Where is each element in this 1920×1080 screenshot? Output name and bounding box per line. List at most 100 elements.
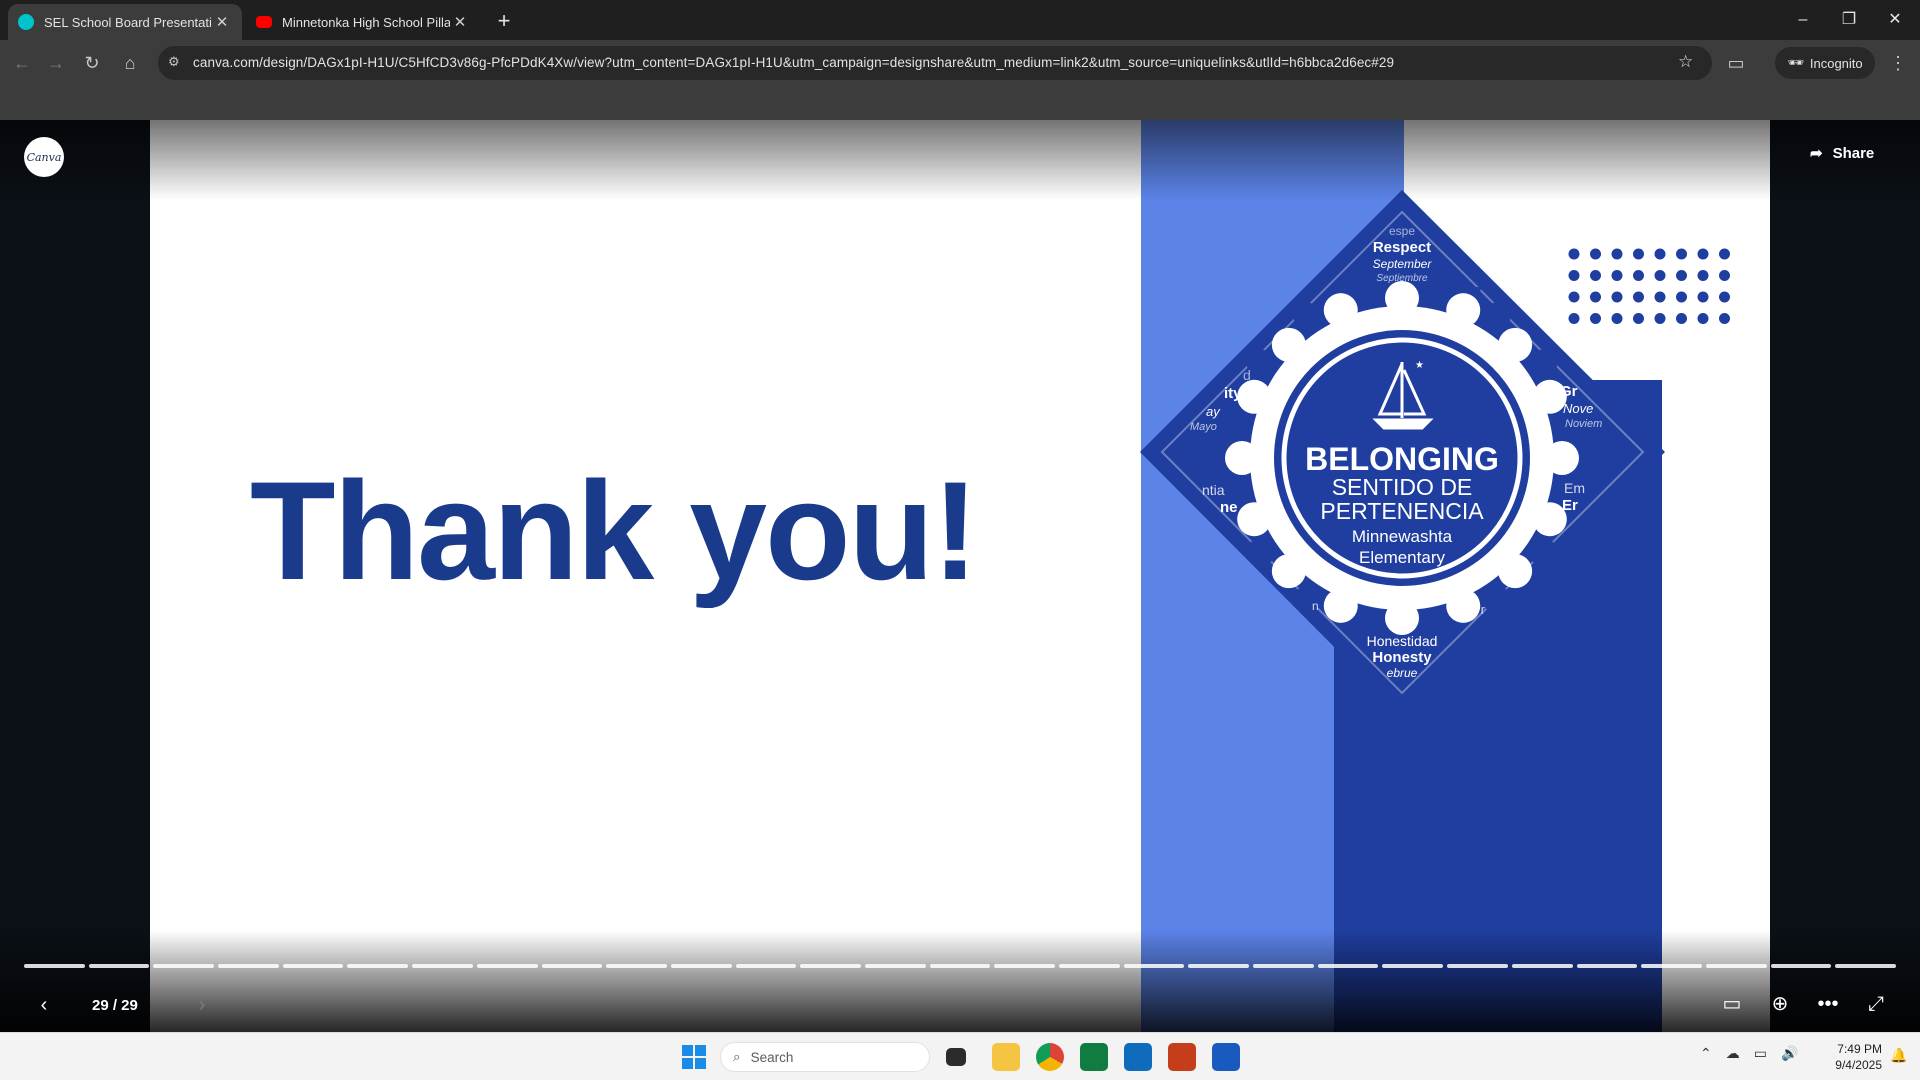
network-icon[interactable]: ▭ (1754, 1045, 1767, 1062)
progress-segment[interactable] (476, 964, 538, 968)
next-page-icon[interactable]: › (182, 994, 222, 1017)
file-explorer-icon[interactable] (992, 1043, 1020, 1071)
cast-icon[interactable]: ▭ (1720, 48, 1752, 78)
progress-segment[interactable] (1253, 964, 1314, 968)
chrome-icon[interactable] (1036, 1043, 1064, 1071)
progress-segment[interactable] (1770, 964, 1832, 968)
tab-sel-presentation[interactable]: SEL School Board Presentation ✕ (8, 4, 242, 40)
progress-segment[interactable] (1705, 964, 1767, 968)
outlook-icon[interactable] (1124, 1043, 1152, 1071)
home-icon[interactable]: ⌂ (114, 48, 146, 78)
incognito-badge[interactable]: 🕶 Incognito (1775, 47, 1875, 79)
progress-segment[interactable] (670, 964, 732, 968)
tab-minnetonka-pillars[interactable]: Minnetonka High School Pillars ✕ (246, 4, 480, 40)
browser-toolbar: ← → ↻ ⌂ ⚙ canva.com/design/DAGx1pI-H1U/C… (0, 40, 1920, 86)
badge-subtitle-1: SENTIDO DE (1332, 474, 1473, 500)
browser-menu-icon[interactable]: ⋮ (1882, 48, 1914, 78)
decorative-dot (1719, 270, 1730, 281)
more-options-icon[interactable]: ••• (1810, 986, 1846, 1022)
progress-segment[interactable] (735, 964, 797, 968)
toolbar-spacer (0, 86, 1920, 120)
bookmark-star-icon[interactable]: ☆ (1678, 52, 1693, 72)
reload-icon[interactable]: ↻ (76, 48, 108, 78)
task-view-icon[interactable] (946, 1048, 966, 1066)
forward-icon[interactable]: → (40, 48, 72, 78)
decorative-dot (1676, 270, 1687, 281)
progress-segment[interactable] (1317, 964, 1379, 968)
decorative-dot (1697, 270, 1709, 281)
windows-taskbar: ⌕ Search ⌃ ☁ ▭ 🔊 7:49 PM 9/4/2025 🔔 (0, 1032, 1920, 1080)
progress-segment[interactable] (1123, 964, 1185, 968)
progress-segment[interactable] (541, 964, 603, 968)
site-info-icon[interactable]: ⚙ (168, 54, 180, 70)
slide-progress-bar[interactable] (24, 964, 1896, 968)
excel-icon[interactable] (1080, 1043, 1108, 1071)
close-window-icon[interactable]: ✕ (1872, 6, 1918, 34)
restore-icon[interactable]: ❐ (1826, 6, 1872, 34)
progress-segment[interactable] (347, 964, 409, 968)
canva-logo[interactable]: Canva (24, 137, 64, 177)
progress-segment[interactable] (412, 964, 473, 968)
decorative-dot (1719, 313, 1730, 324)
onedrive-icon[interactable]: ☁ (1726, 1045, 1740, 1062)
progress-segment[interactable] (1641, 964, 1702, 968)
captions-icon[interactable]: ▭ (1714, 986, 1750, 1022)
progress-segment[interactable] (1835, 964, 1896, 968)
chevron-up-icon[interactable]: ⌃ (1700, 1045, 1712, 1062)
badge-label: ne (1220, 499, 1238, 516)
decorative-dot (1676, 313, 1687, 324)
close-icon[interactable]: ✕ (450, 13, 470, 31)
svg-text:★: ★ (1415, 360, 1424, 371)
page-navigation: ‹ 29 / 29 › (0, 990, 260, 1020)
progress-segment[interactable] (24, 964, 85, 968)
progress-segment[interactable] (218, 964, 279, 968)
badge-label: n (1312, 599, 1319, 613)
progress-segment[interactable] (864, 964, 926, 968)
badge-label: Honesty (1372, 649, 1432, 666)
badge-label: Nove (1563, 401, 1593, 416)
badge-label: Respect (1373, 239, 1431, 256)
badge-label: Honestidad (1367, 633, 1438, 649)
decorative-dot (1697, 291, 1709, 303)
notifications-icon[interactable]: 🔔 (1890, 1047, 1907, 1064)
windows-start-icon[interactable] (682, 1045, 706, 1069)
share-button[interactable]: ➦ Share (1810, 144, 1874, 163)
volume-icon[interactable]: 🔊 (1781, 1045, 1798, 1062)
new-tab-button[interactable]: + (490, 8, 518, 36)
badge-label: espe (1389, 224, 1415, 238)
badge-label: Em (1564, 480, 1585, 496)
fullscreen-icon[interactable]: ⤢ (1858, 986, 1894, 1022)
progress-segment[interactable] (1188, 964, 1250, 968)
badge-title: BELONGING (1305, 441, 1499, 477)
progress-segment[interactable] (88, 964, 150, 968)
canva-presentation-viewer: Thank you! ★ BELONGING SENTIDO DE PERTEN… (0, 120, 1920, 1032)
badge-label: ay (1206, 404, 1221, 419)
word-icon[interactable] (1212, 1043, 1240, 1071)
progress-segment[interactable] (1511, 964, 1573, 968)
progress-segment[interactable] (153, 964, 215, 968)
close-icon[interactable]: ✕ (212, 13, 232, 31)
minimize-icon[interactable]: – (1780, 6, 1826, 34)
progress-segment[interactable] (606, 964, 667, 968)
progress-segment[interactable] (929, 964, 991, 968)
address-bar[interactable]: ⚙ canva.com/design/DAGx1pI-H1U/C5HfCD3v8… (158, 46, 1712, 80)
progress-segment[interactable] (1059, 964, 1120, 968)
taskbar-search[interactable]: ⌕ Search (720, 1042, 930, 1072)
page-indicator: 29 / 29 (92, 996, 138, 1014)
previous-page-icon[interactable]: ‹ (24, 994, 64, 1017)
powerpoint-icon[interactable] (1168, 1043, 1196, 1071)
badge-label: Pr (1472, 602, 1486, 617)
progress-segment[interactable] (1447, 964, 1508, 968)
progress-segment[interactable] (800, 964, 861, 968)
progress-segment[interactable] (282, 964, 344, 968)
clock-date: 9/4/2025 (1835, 1058, 1882, 1072)
zoom-in-icon[interactable]: ⊕ (1762, 986, 1798, 1022)
back-icon[interactable]: ← (6, 48, 38, 78)
progress-segment[interactable] (1576, 964, 1638, 968)
badge-label: Er (1562, 497, 1578, 514)
badge-label: September (1373, 257, 1433, 271)
progress-segment[interactable] (994, 964, 1055, 968)
taskbar-clock[interactable]: 7:49 PM 9/4/2025 (1822, 1041, 1882, 1073)
progress-segment[interactable] (1382, 964, 1444, 968)
url-text[interactable]: canva.com/design/DAGx1pI-H1U/C5HfCD3v86g… (193, 55, 1394, 70)
